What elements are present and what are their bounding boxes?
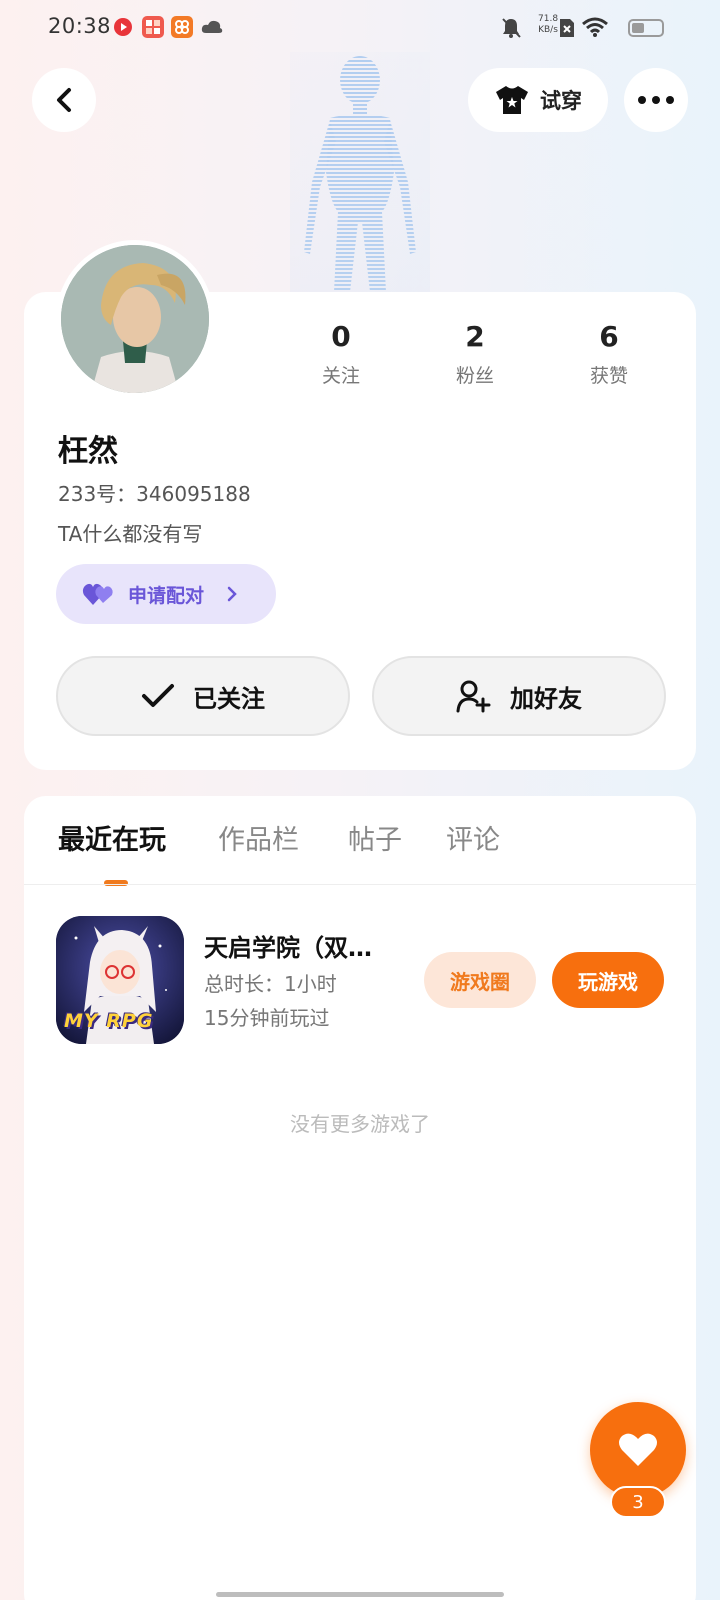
avatar[interactable]	[56, 240, 214, 398]
more-dots-icon	[638, 96, 674, 104]
net-speed-unit: KB/s	[538, 25, 558, 35]
play-game-button[interactable]: 玩游戏	[552, 952, 664, 1008]
likes-count: 6	[599, 320, 619, 353]
chevron-right-icon	[227, 586, 237, 602]
tab-works[interactable]: 作品栏	[218, 818, 299, 857]
tab-divider	[24, 884, 696, 885]
likes-label: 获赞	[589, 365, 628, 387]
game-circle-button[interactable]: 游戏圈	[424, 952, 536, 1008]
status-bar: 20:38 71.8 KB/s	[0, 0, 720, 56]
tab-recently-played[interactable]: 最近在玩	[58, 818, 166, 857]
back-button[interactable]	[32, 68, 96, 132]
like-count-badge: 3	[610, 1486, 666, 1518]
avatar-figure-hologram	[290, 52, 430, 292]
game-title[interactable]: 天启学院（双…	[204, 928, 404, 963]
cloud-icon	[200, 16, 223, 38]
status-time: 20:38	[48, 14, 112, 38]
check-icon	[142, 684, 174, 707]
net-speed-value: 71.8	[538, 14, 559, 24]
fans-count: 2	[465, 320, 485, 353]
try-on-button[interactable]: 试穿	[468, 68, 608, 132]
try-on-label: 试穿	[540, 89, 582, 113]
tab-posts[interactable]: 帖子	[348, 818, 402, 857]
add-friend-label: 加好友	[510, 684, 582, 713]
pair-request-button[interactable]: 申请配对	[56, 564, 276, 624]
active-tab-indicator	[104, 880, 128, 886]
username: 枉然	[58, 434, 118, 469]
following-stat[interactable]: 0 关注	[296, 320, 386, 388]
game-total-time: 总时长：1小时	[204, 972, 337, 996]
video-app-icon	[112, 16, 134, 38]
fans-label: 粉丝	[455, 365, 494, 387]
followed-label: 已关注	[193, 684, 265, 713]
sim-off-icon	[558, 17, 576, 43]
mute-icon	[500, 16, 522, 44]
bio: TA什么都没有写	[58, 522, 203, 546]
game-last-played: 15分钟前玩过	[204, 1006, 330, 1030]
game-icon[interactable]: MY RPG	[56, 916, 184, 1044]
home-indicator[interactable]	[216, 1592, 504, 1597]
fans-stat[interactable]: 2 粉丝	[430, 320, 520, 388]
following-count: 0	[331, 320, 351, 353]
tshirt-icon	[496, 86, 528, 114]
back-arrow-icon	[57, 88, 71, 112]
more-button[interactable]	[624, 68, 688, 132]
wifi-icon	[582, 16, 608, 42]
no-more-games-text: 没有更多游戏了	[290, 1112, 430, 1136]
likes-stat[interactable]: 6 获赞	[564, 320, 654, 388]
pair-request-label: 申请配对	[128, 584, 205, 607]
tab-comments[interactable]: 评论	[446, 818, 500, 857]
like-button[interactable]	[590, 1402, 686, 1498]
net-speed: 71.8 KB/s	[538, 14, 558, 36]
game-icon-label: MY RPG	[64, 1010, 154, 1032]
following-label: 关注	[321, 365, 360, 387]
add-user-icon	[456, 680, 491, 713]
double-heart-icon	[82, 583, 113, 605]
add-friend-button[interactable]: 加好友	[372, 656, 666, 736]
shop-app-icon	[171, 16, 193, 38]
battery-icon	[628, 19, 664, 37]
heart-icon	[619, 1433, 657, 1466]
gallery-app-icon	[142, 16, 164, 38]
user-id: 233号：346095188	[58, 482, 251, 506]
followed-button[interactable]: 已关注	[56, 656, 350, 736]
